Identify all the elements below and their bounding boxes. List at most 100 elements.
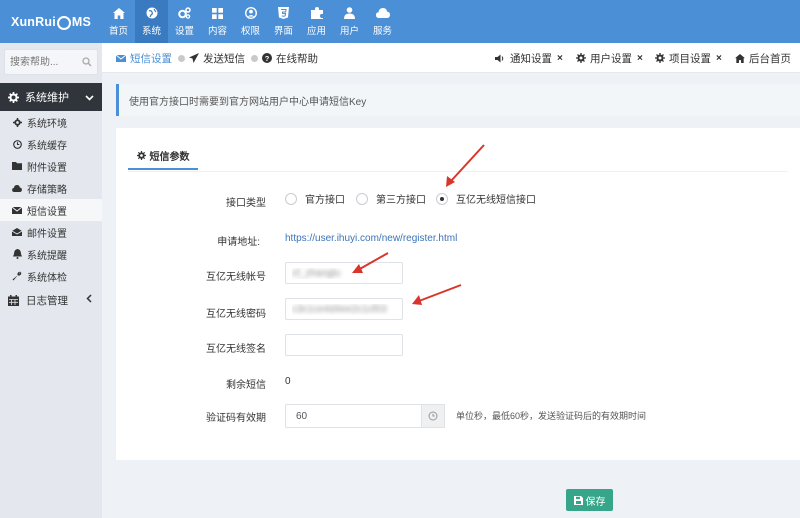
topnav-interface[interactable]: 界面 xyxy=(267,0,300,43)
sidebar-item-system-env[interactable]: 系统环境 xyxy=(0,111,102,133)
radio-official[interactable]: 官方接口 xyxy=(285,191,345,206)
globe-icon xyxy=(145,6,159,20)
validity-input[interactable] xyxy=(285,404,422,428)
close-icon[interactable]: × xyxy=(716,53,722,64)
password-input[interactable] xyxy=(285,298,403,320)
tab-separator-dot xyxy=(178,54,185,62)
volume-icon xyxy=(495,54,506,63)
topnav-label: 服务 xyxy=(372,26,392,37)
logo-text: XunRui xyxy=(10,14,56,29)
topnav-label: 界面 xyxy=(273,26,293,37)
topnav-label: 权限 xyxy=(240,26,260,37)
tab-label: 短信设置 xyxy=(130,52,172,65)
sidebar-item-label: 系统环境 xyxy=(27,118,67,130)
radio-label: 第三方接口 xyxy=(376,195,426,206)
sidebar-item-label: 系统缓存 xyxy=(27,140,67,152)
topnav-system[interactable]: 系统 xyxy=(135,0,168,43)
sidebar-section-log[interactable]: 日志管理 xyxy=(0,288,102,312)
account-label: 互亿无线帐号 xyxy=(206,272,266,283)
account-input[interactable] xyxy=(285,262,403,284)
cloud-icon xyxy=(375,6,390,20)
gear-icon xyxy=(12,117,22,127)
envelope-open-icon xyxy=(12,227,22,237)
sidebar-item-mail[interactable]: 邮件设置 xyxy=(0,221,102,243)
gear-icon xyxy=(136,150,146,160)
remaining-sms-label: 剩余短信 xyxy=(226,380,266,391)
tab-send-sms[interactable]: 发送短信 xyxy=(189,43,258,73)
password-label: 互亿无线密码 xyxy=(206,309,266,320)
app-logo[interactable]: XunRui MS xyxy=(0,0,102,43)
sidebar-search xyxy=(4,49,98,75)
puzzle-icon xyxy=(310,6,324,20)
section-label: 日志管理 xyxy=(26,294,68,307)
envelope-icon xyxy=(116,54,126,62)
sidebar-item-storage[interactable]: 存储策略 xyxy=(0,177,102,199)
logo-circle xyxy=(56,15,71,30)
validity-label: 验证码有效期 xyxy=(206,413,266,424)
interface-type-label: 接口类型 xyxy=(226,198,266,209)
radio-circle-selected[interactable] xyxy=(436,192,448,205)
sidebar-item-checkup[interactable]: 系统体检 xyxy=(0,265,102,287)
html5-icon xyxy=(277,6,291,20)
grid-icon xyxy=(211,6,225,20)
chevron-left-icon xyxy=(86,294,92,306)
search-icon[interactable] xyxy=(82,56,92,70)
folder-icon xyxy=(12,161,22,171)
user-icon xyxy=(343,6,357,20)
sidebar-item-attachment[interactable]: 附件设置 xyxy=(0,155,102,177)
cloud-icon xyxy=(12,183,22,193)
topnav-label: 首页 xyxy=(108,26,128,37)
topnav-content[interactable]: 内容 xyxy=(201,0,234,43)
settings-panel: 短信参数 接口类型 官方接口 第三方接口 互亿无线短信接口 申请地址: http… xyxy=(116,128,800,460)
tab-admin-home[interactable]: 后台首页 xyxy=(735,43,791,73)
home-icon xyxy=(112,6,126,20)
topnav-users[interactable]: 用户 xyxy=(333,0,366,43)
tab-label: 在线帮助 xyxy=(276,52,318,65)
validity-addon xyxy=(421,404,445,428)
save-button[interactable]: 保存 xyxy=(566,489,613,511)
tab-sms-params[interactable]: 短信参数 xyxy=(128,142,198,170)
topnav-label: 设置 xyxy=(174,26,194,37)
topnav-services[interactable]: 服务 xyxy=(366,0,399,43)
sidebar-item-label: 系统体检 xyxy=(27,272,67,284)
topnav-permission[interactable]: 权限 xyxy=(234,0,267,43)
top-nav: 首页 系统 设置 内容 权限 界面 应用 用户 服务 xyxy=(102,0,399,43)
panel-tab-label: 短信参数 xyxy=(149,151,190,163)
topnav-label: 内容 xyxy=(207,26,227,37)
tab-online-help[interactable]: ? 在线帮助 xyxy=(262,43,318,73)
radio-circle[interactable] xyxy=(285,192,297,205)
user-circle-icon xyxy=(244,6,258,20)
topnav-apps[interactable]: 应用 xyxy=(300,0,333,43)
tab-project-settings[interactable]: 项目设置 × xyxy=(655,43,722,73)
page-tab-bar: 短信设置 发送短信 ? 在线帮助 通知设置 × 用户设置 × 项目设置 × 后台… xyxy=(102,43,800,73)
sidebar-item-reminder[interactable]: 系统提醒 xyxy=(0,243,102,265)
alert-text: 使用官方接口时需要到官方网站用户中心申请短信Key xyxy=(129,96,367,108)
sign-input[interactable] xyxy=(285,334,403,356)
wrench-icon xyxy=(12,271,22,281)
gear-icon xyxy=(576,53,586,63)
validity-hint: 单位秒，最低60秒，发送验证码后的有效期时间 xyxy=(456,411,647,421)
tab-notify-settings[interactable]: 通知设置 × xyxy=(495,43,563,73)
sidebar: 系统维护 系统环境 系统缓存 附件设置 存储策略 短信设置 邮件设置 xyxy=(0,43,102,518)
sidebar-section-system-maintenance[interactable]: 系统维护 xyxy=(0,83,102,111)
close-icon[interactable]: × xyxy=(557,53,563,64)
apply-url-link[interactable]: https://user.ihuyi.com/new/register.html xyxy=(285,233,457,244)
remaining-sms-value: 0 xyxy=(285,376,291,387)
sidebar-item-sms[interactable]: 短信设置 xyxy=(0,199,102,221)
svg-text:?: ? xyxy=(265,54,270,63)
tab-user-settings[interactable]: 用户设置 × xyxy=(576,43,643,73)
tab-sms-settings[interactable]: 短信设置 xyxy=(116,43,185,73)
radio-circle[interactable] xyxy=(356,192,368,205)
sidebar-submenu: 系统环境 系统缓存 附件设置 存储策略 短信设置 邮件设置 系统提醒 系统体检 xyxy=(0,111,102,287)
close-icon[interactable]: × xyxy=(637,53,643,64)
topnav-label: 用户 xyxy=(339,26,359,37)
sidebar-item-label: 邮件设置 xyxy=(27,228,67,240)
radio-third-party[interactable]: 第三方接口 xyxy=(356,191,426,206)
topnav-home[interactable]: 首页 xyxy=(102,0,135,43)
radio-ihuyi[interactable]: 互亿无线短信接口 xyxy=(436,191,536,206)
topnav-label: 系统 xyxy=(141,26,161,37)
topnav-settings[interactable]: 设置 xyxy=(168,0,201,43)
info-alert: 使用官方接口时需要到官方网站用户中心申请短信Key xyxy=(116,84,800,116)
sidebar-item-system-cache[interactable]: 系统缓存 xyxy=(0,133,102,155)
cogs-icon xyxy=(178,6,192,20)
